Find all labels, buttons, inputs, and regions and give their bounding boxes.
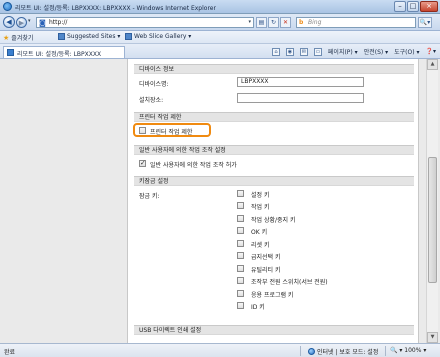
tools-menu[interactable]: 도구(O) ▾: [394, 47, 419, 56]
close-button[interactable]: ×: [420, 1, 438, 12]
safety-menu[interactable]: 안전(S) ▾: [364, 47, 388, 56]
favorites-item-label: Suggested Sites ▾: [67, 33, 121, 40]
key-checkbox[interactable]: [237, 227, 244, 234]
highlight-frame: [133, 123, 211, 137]
key-label: 설정 키: [251, 192, 270, 199]
favorites-button[interactable]: ★ 즐겨찾기: [3, 33, 34, 43]
suggested-sites-link[interactable]: Suggested Sites ▾: [58, 33, 120, 40]
key-checkbox[interactable]: [237, 190, 244, 197]
scroll-up-icon[interactable]: ▲: [427, 59, 438, 70]
back-button[interactable]: ◀: [3, 16, 15, 28]
search-button[interactable]: 🔍▾: [418, 17, 432, 28]
location-input[interactable]: [237, 93, 364, 103]
settings-panel: 디바이스 정보 디바이스명: LBPXXXX 설치장소: 프린터 작업 제한 프…: [127, 59, 419, 343]
scroll-down-icon[interactable]: ▼: [427, 332, 438, 343]
command-bar: ⌂ ◉ ✉ ▭ 페이지(P) ▾ 안전(S) ▾ 도구(O) ▾ ❓▾: [271, 47, 436, 56]
status-divider: [300, 346, 301, 356]
printer-restriction-header: 프린터 작업 제한: [134, 112, 414, 122]
key-checkbox[interactable]: [237, 265, 244, 272]
compatibility-view-icon[interactable]: ▤: [256, 17, 267, 28]
home-icon[interactable]: ⌂: [271, 47, 280, 56]
favorites-item-label: Web Slice Gallery ▾: [134, 33, 192, 40]
site-icon: [125, 33, 132, 40]
device-info-header: 디바이스 정보: [134, 64, 414, 74]
key-lock-header: 키잠금 설정: [134, 176, 414, 186]
address-tools: ▤ ↻ ✕: [256, 17, 291, 28]
recent-pages-dropdown[interactable]: ▾: [28, 18, 31, 24]
search-input[interactable]: b Bing: [296, 17, 416, 28]
page-icon: ◙: [39, 19, 46, 27]
usb-print-header: USB 다이렉트 인쇄 설정: [134, 325, 414, 335]
tab-bar: 리모트 UI: 설정/등록: LBPXXXX ⌂ ◉ ✉ ▭ 페이지(P) ▾ …: [0, 44, 440, 59]
key-checkbox[interactable]: [237, 252, 244, 259]
key-checkbox[interactable]: [237, 202, 244, 209]
globe-icon: [308, 348, 315, 355]
key-checkbox[interactable]: [237, 302, 244, 309]
security-zone[interactable]: 인터넷 | 보호 모드: 설정: [308, 347, 378, 356]
window-controls: – □ ×: [394, 1, 438, 12]
key-label: 조작부 전원 스위치(서브 전원): [251, 279, 328, 286]
device-name-input[interactable]: LBPXXXX: [237, 77, 364, 87]
page-content: 디바이스 정보 디바이스명: LBPXXXX 설치장소: 프린터 작업 제한 프…: [0, 59, 440, 343]
key-label: 리셋 키: [251, 242, 270, 249]
tab-remote-ui[interactable]: 리모트 UI: 설정/등록: LBPXXXX: [3, 46, 125, 58]
maximize-button[interactable]: □: [407, 1, 419, 12]
window-title: 리모트 UI: 설정/등록: LBPXXXX: LBPXXXX - Window…: [15, 5, 216, 12]
address-toolbar: ◀ ▶ ▾ ◙ http:// ▾ ▤ ↻ ✕ b Bing 🔍▾: [0, 14, 440, 31]
status-bar: 완료 인터넷 | 보호 모드: 설정 🔍 ▾ 100% ▾: [0, 343, 440, 357]
key-label: 작업 상황/중지 키: [251, 217, 296, 224]
mail-icon[interactable]: ✉: [299, 47, 308, 56]
general-user-label: 일반 사용자에 의한 작업 조작 허가: [150, 162, 237, 169]
web-slice-gallery-link[interactable]: Web Slice Gallery ▾: [125, 33, 191, 40]
location-label: 설치장소:: [139, 97, 164, 104]
favorites-bar: ★ 즐겨찾기 Suggested Sites ▾ Web Slice Galle…: [0, 31, 440, 44]
title-bar: 리모트 UI: 설정/등록: LBPXXXX: LBPXXXX - Window…: [0, 0, 440, 14]
forward-button[interactable]: ▶: [16, 17, 27, 28]
address-dropdown-icon[interactable]: ▾: [248, 19, 251, 25]
zoom-control[interactable]: 🔍 ▾ 100% ▾: [390, 347, 426, 354]
search-placeholder: Bing: [308, 19, 322, 26]
key-checkbox[interactable]: [237, 240, 244, 247]
stop-button[interactable]: ✕: [280, 17, 291, 28]
ie-icon: [3, 2, 12, 11]
star-icon: ★: [3, 33, 10, 42]
help-menu[interactable]: ❓▾: [426, 48, 436, 55]
general-user-header: 일반 사용자에 의한 작업 조작 설정: [134, 145, 414, 155]
key-checkbox[interactable]: [237, 215, 244, 222]
status-text: 완료: [4, 349, 16, 356]
favorites-label: 즐겨찾기: [11, 35, 34, 42]
key-checkbox[interactable]: [237, 290, 244, 297]
key-label: 급지선택 키: [251, 254, 281, 261]
bing-icon: b: [299, 19, 304, 26]
key-label: ID 키: [251, 304, 265, 311]
key-checkbox[interactable]: [237, 277, 244, 284]
key-label: 응용 프로그램 키: [251, 292, 294, 299]
vertical-scrollbar[interactable]: ▲ ▼: [426, 59, 438, 343]
url-text: http://: [49, 19, 68, 26]
status-divider: [385, 346, 386, 356]
refresh-button[interactable]: ↻: [268, 17, 279, 28]
feeds-icon[interactable]: ◉: [285, 47, 294, 56]
key-label: 작업 키: [251, 204, 270, 211]
address-field[interactable]: ◙ http:// ▾: [36, 17, 254, 28]
page-icon: [7, 49, 14, 56]
page-menu[interactable]: 페이지(P) ▾: [328, 47, 358, 56]
device-name-label: 디바이스명:: [139, 81, 169, 88]
key-label: OK 키: [251, 229, 268, 236]
print-icon[interactable]: ▭: [313, 47, 322, 56]
key-label: 유틸리티 키: [251, 267, 281, 274]
site-icon: [58, 33, 65, 40]
zone-text: 인터넷 | 보호 모드: 설정: [317, 349, 379, 356]
lock-keys-label: 잠금 키:: [139, 193, 160, 200]
minimize-button[interactable]: –: [394, 1, 406, 12]
general-user-checkbox[interactable]: [139, 159, 146, 167]
tab-label: 리모트 UI: 설정/등록: LBPXXXX: [17, 51, 102, 58]
scroll-thumb[interactable]: [428, 157, 437, 283]
